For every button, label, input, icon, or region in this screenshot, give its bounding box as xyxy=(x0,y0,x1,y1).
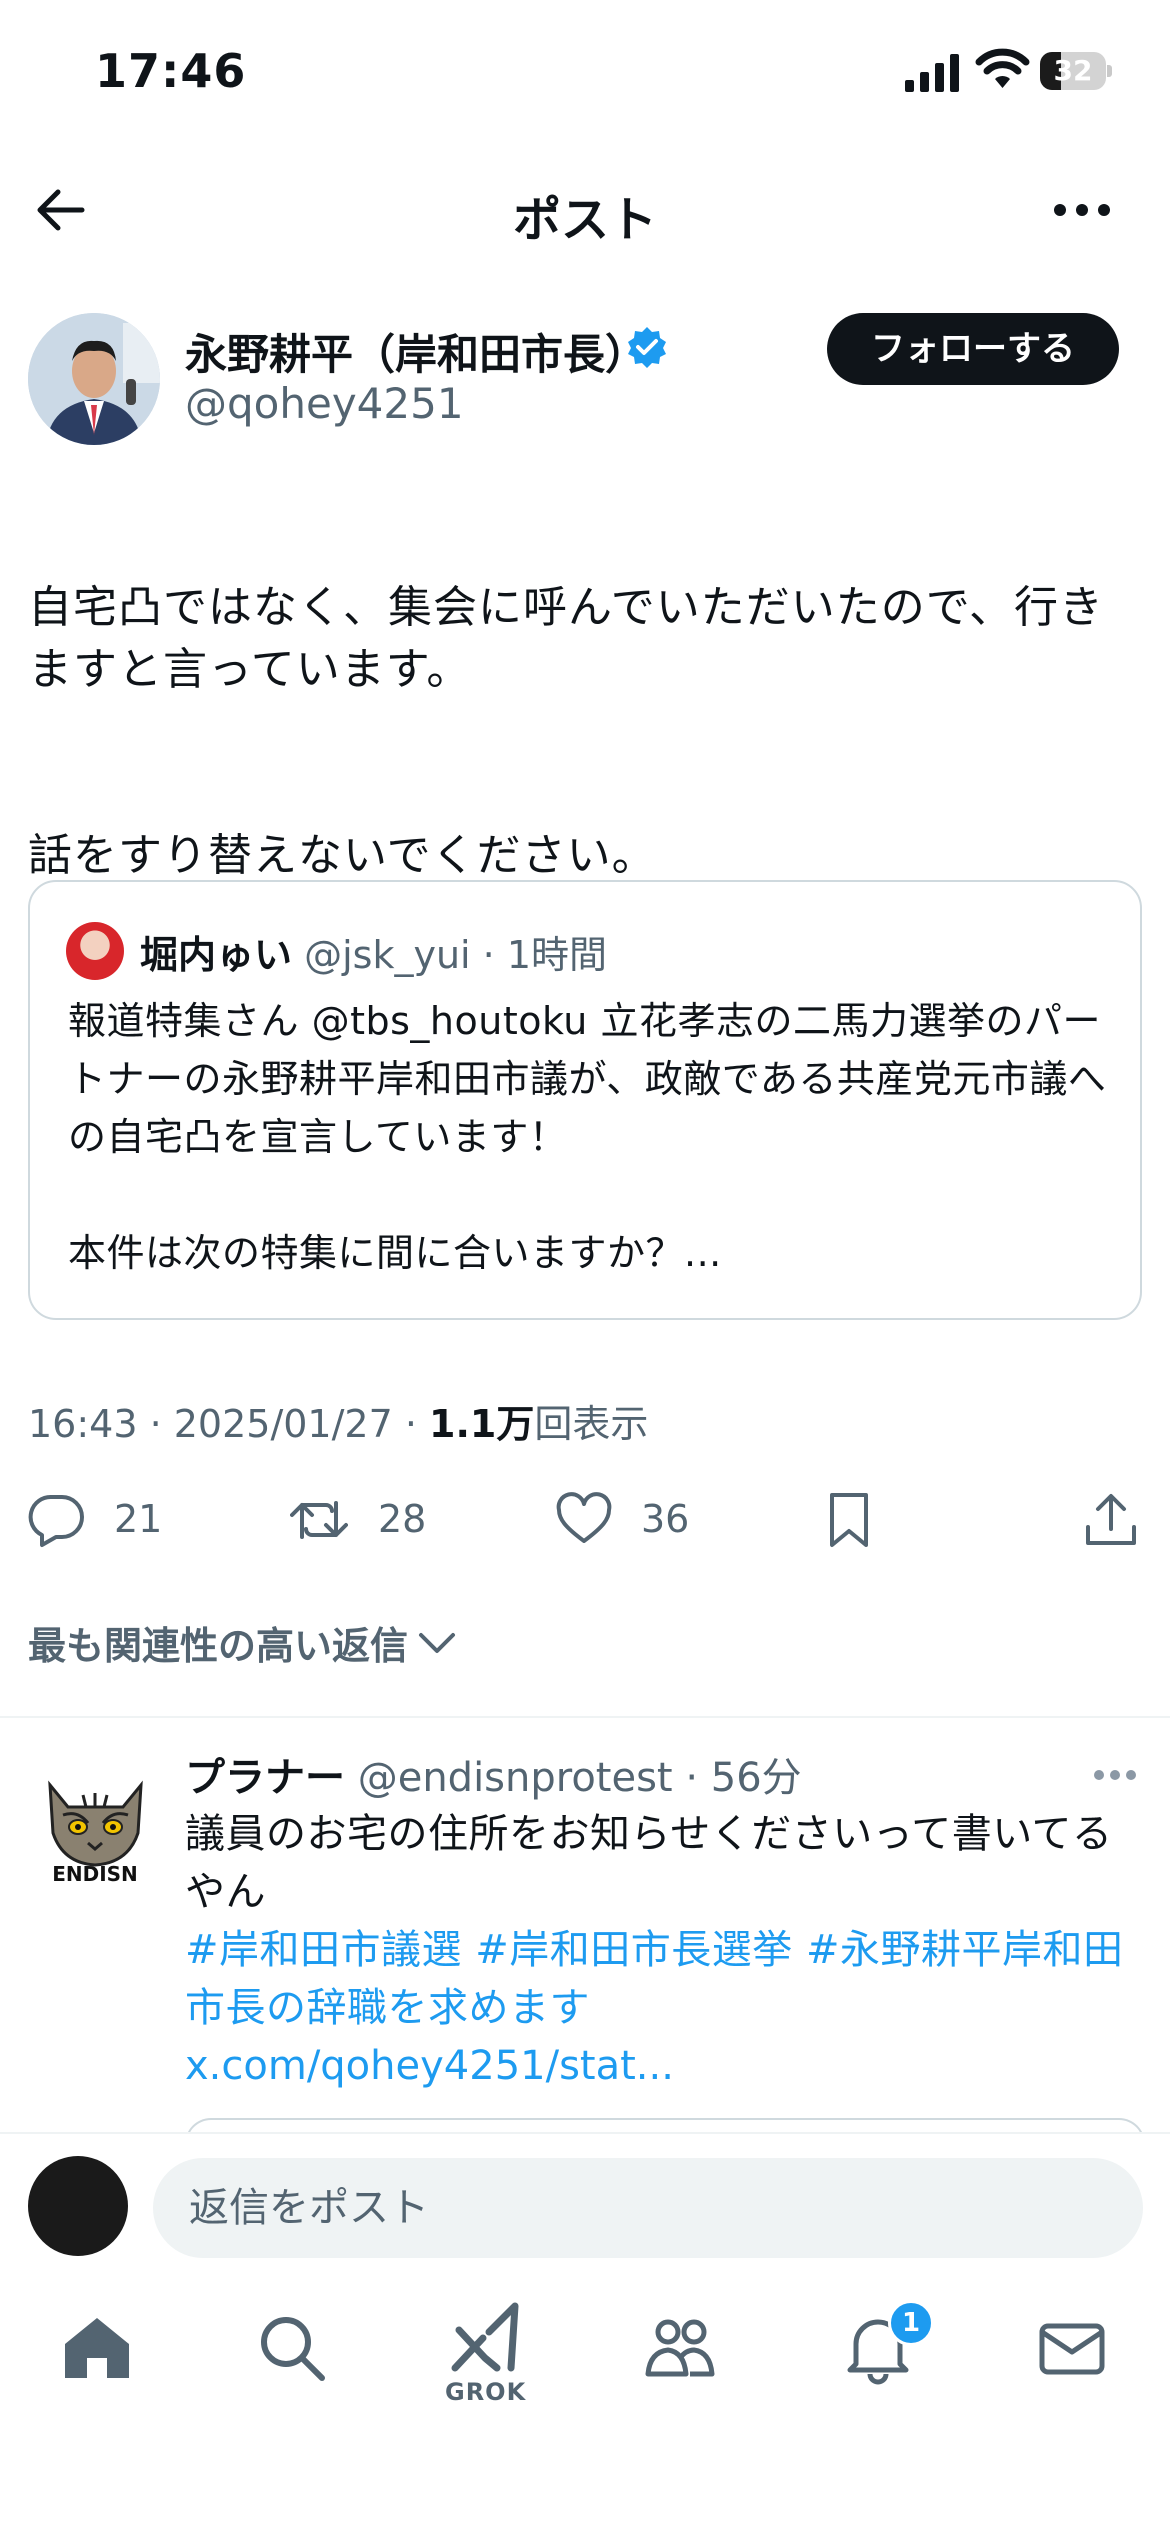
bottom-tab-bar: GROK 1 xyxy=(0,2270,1170,2532)
author-handle[interactable]: @qohey4251 xyxy=(185,379,464,428)
top-nav: ポスト xyxy=(0,160,1170,260)
repost-button[interactable]: 28 xyxy=(290,1485,440,1555)
follow-button[interactable]: フォローする xyxy=(827,313,1119,385)
reply-sort-selector[interactable]: 最も関連性の高い返信 xyxy=(28,1615,408,1670)
reply-input[interactable] xyxy=(153,2158,1143,2258)
bookmark-button[interactable] xyxy=(820,1485,880,1555)
tab-communities[interactable] xyxy=(640,2308,720,2388)
views-count: 1.1万 xyxy=(429,1402,535,1446)
tab-search[interactable] xyxy=(252,2308,332,2388)
bookmark-icon xyxy=(830,1493,868,1547)
quoted-post-header: 堀内ゅい @jsk_yui · 1時間 xyxy=(140,924,607,979)
reply-count: 21 xyxy=(114,1497,163,1541)
quoted-author-name: 堀内ゅい xyxy=(140,933,293,977)
post-paragraph: 話をすり替えないでください。 xyxy=(28,830,657,881)
post-datetime: 16:43 · 2025/01/27 · xyxy=(28,1402,430,1446)
tab-grok[interactable] xyxy=(445,2300,525,2380)
search-icon xyxy=(261,2317,325,2381)
share-button[interactable] xyxy=(1082,1485,1142,1555)
tab-home[interactable] xyxy=(57,2308,137,2388)
mail-icon xyxy=(1039,2323,1105,2375)
reply-button[interactable]: 21 xyxy=(28,1485,178,1555)
views-label: 回表示 xyxy=(534,1402,649,1446)
reply-author-meta: @endisnprotest · 56分 xyxy=(345,1755,802,1801)
battery-level: 32 xyxy=(1053,54,1093,87)
home-icon xyxy=(65,2318,129,2378)
more-options-icon[interactable] xyxy=(1052,200,1112,220)
wifi-icon xyxy=(975,48,1030,88)
reply-icon xyxy=(28,1494,84,1547)
author-name[interactable]: 永野耕平（岸和田市長） xyxy=(185,321,647,382)
reply-author-name[interactable]: プラナー xyxy=(185,1755,345,1801)
verified-badge-icon xyxy=(628,327,666,368)
quoted-paragraph: 本件は次の特集に間に合いますか？... xyxy=(68,1231,722,1275)
battery-icon: 32 xyxy=(1040,52,1112,90)
post-actions: 21 28 36 xyxy=(0,1485,1170,1555)
chevron-down-icon[interactable] xyxy=(415,1625,459,1661)
quoted-post[interactable]: 堀内ゅい @jsk_yui · 1時間 報道特集さん @tbs_houtoku … xyxy=(28,880,1142,1320)
repost-count: 28 xyxy=(378,1497,427,1541)
status-time: 17:46 xyxy=(95,44,247,98)
user-avatar[interactable] xyxy=(28,2156,128,2256)
page-title: ポスト xyxy=(512,192,657,248)
communities-icon xyxy=(645,2319,715,2377)
notification-badge: 1 xyxy=(888,2300,934,2346)
quoted-author-avatar xyxy=(66,922,124,980)
grok-label: GROK xyxy=(445,2378,527,2406)
post-author: 永野耕平（岸和田市長） @qohey4251 フォローする xyxy=(0,305,1170,445)
reply-hashtags[interactable]: #岸和田市議選 #岸和田市長選挙 #永野耕平岸和田市長の辞職を求めます xyxy=(185,1921,1145,2037)
reply-author-avatar[interactable]: ENDISN xyxy=(28,1755,163,1890)
reply-avatar-text: ENDISN xyxy=(52,1862,138,1886)
reply-composer xyxy=(0,2132,1170,2262)
quoted-post-text: 報道特集さん @tbs_houtoku 立花孝志の二馬力選挙のパートナーの永野耕… xyxy=(68,992,1118,1340)
cellular-signal-icon xyxy=(905,54,959,92)
share-icon xyxy=(1086,1494,1136,1545)
like-count: 36 xyxy=(641,1497,690,1541)
quoted-author-meta: @jsk_yui · 1時間 xyxy=(292,933,608,977)
post-timestamp: 16:43 · 2025/01/27 · 1.1万回表示 xyxy=(28,1393,648,1448)
repost-icon xyxy=(290,1501,348,1539)
reply-link[interactable]: x.com/qohey4251/stat... xyxy=(185,2037,674,2095)
grok-icon xyxy=(451,2302,519,2372)
reply-more-icon[interactable] xyxy=(1092,1768,1138,1782)
status-bar: 17:46 32 xyxy=(0,0,1170,150)
quoted-paragraph: 報道特集さん @tbs_houtoku 立花孝志の二馬力選挙のパートナーの永野耕… xyxy=(68,999,1107,1159)
divider xyxy=(0,1716,1170,1718)
tab-messages[interactable] xyxy=(1032,2308,1112,2388)
heart-icon xyxy=(556,1492,612,1543)
post-paragraph: 自宅凸ではなく、集会に呼んでいただいたので、行きますと言っています。 xyxy=(28,582,1105,695)
like-button[interactable]: 36 xyxy=(555,1485,705,1555)
reply-text: 議員のお宅の住所をお知らせくださいって書いてるやん xyxy=(185,1811,1113,1915)
author-photo xyxy=(28,313,160,445)
reply-header: プラナー @endisnprotest · 56分 xyxy=(185,1745,802,1803)
author-avatar[interactable] xyxy=(28,313,160,445)
